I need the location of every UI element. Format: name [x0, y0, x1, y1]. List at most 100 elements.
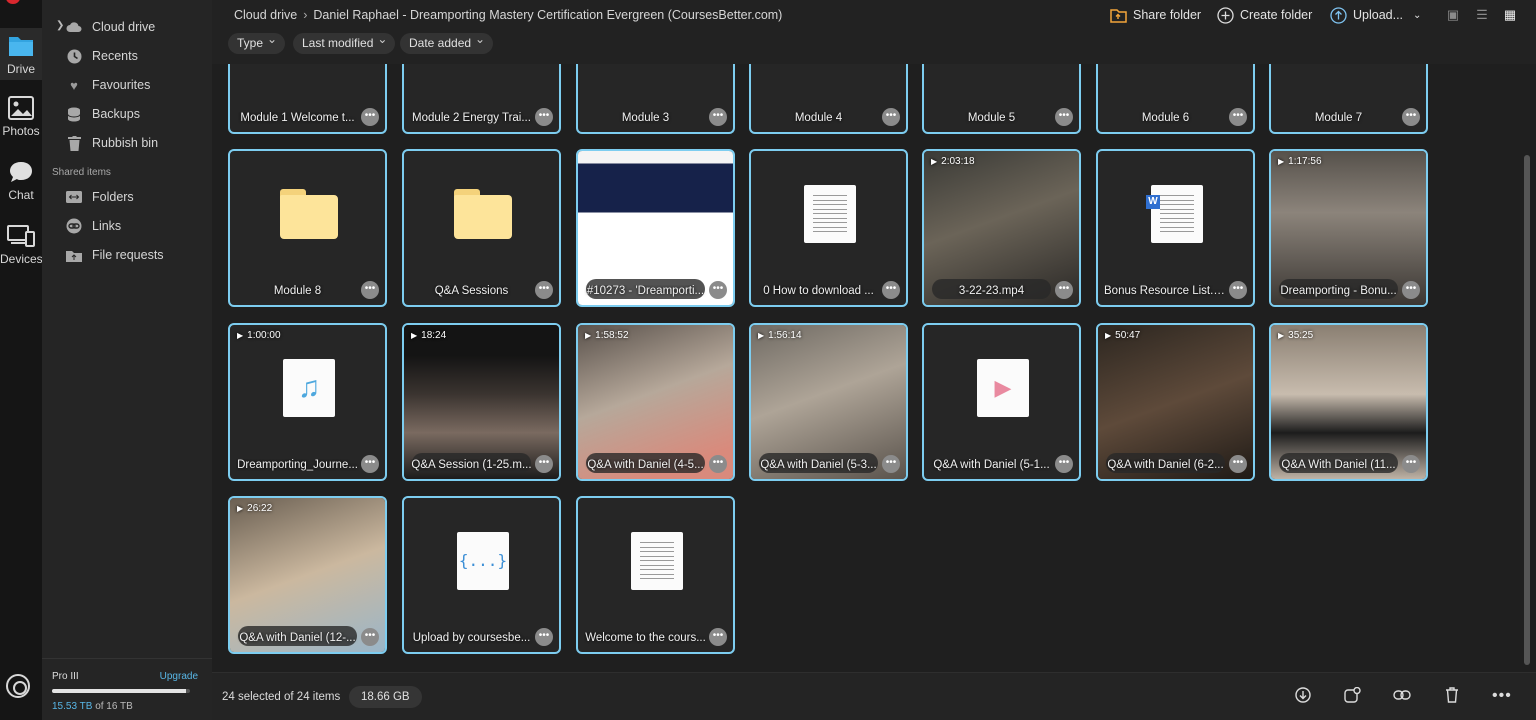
more-options-icon[interactable]: ••• — [1055, 108, 1073, 126]
file-tile[interactable]: Module 8 ••• — [228, 149, 387, 307]
rail-photos-label: Photos — [2, 124, 40, 138]
more-options-icon[interactable]: ••• — [535, 281, 553, 299]
selection-size: 18.66 GB — [349, 686, 422, 708]
sidebar-item-label: Folders — [92, 190, 134, 204]
video-duration: 2:03:18 — [931, 156, 974, 167]
sidebar-item-backups[interactable]: Backups — [66, 104, 140, 124]
file-tile[interactable]: Q&A Sessions ••• — [402, 149, 561, 307]
more-options-icon[interactable]: ••• — [361, 455, 379, 473]
file-tile[interactable]: Module 6 ••• — [1096, 64, 1255, 134]
file-tile[interactable]: ▶ Q&A with Daniel (5-1... ••• — [922, 323, 1081, 481]
filter-type[interactable]: Type — [228, 29, 286, 54]
upload-icon — [1330, 6, 1347, 24]
more-options-icon[interactable]: ••• — [882, 455, 900, 473]
sidebar-item-shared-folders[interactable]: Folders — [66, 187, 134, 207]
breadcrumb-item-root[interactable]: Cloud drive — [234, 8, 297, 22]
file-tile[interactable]: 26:22 Q&A with Daniel (12-... ••• — [228, 496, 387, 654]
audio-file-icon: ♫ — [283, 359, 335, 417]
file-tile[interactable]: Module 4 ••• — [749, 64, 908, 134]
file-tile[interactable]: 2:03:18 3-22-23.mp4 ••• — [922, 149, 1081, 307]
more-options-icon[interactable]: ••• — [1055, 281, 1073, 299]
rail-devices[interactable]: Devices — [0, 224, 43, 272]
file-tile[interactable]: 50:47 Q&A with Daniel (6-2... ••• — [1096, 323, 1255, 481]
scrollbar[interactable] — [1524, 155, 1530, 665]
sidebar-item-label: File requests — [92, 248, 164, 262]
rail-drive[interactable]: Drive — [0, 28, 42, 80]
thumbnail-view-icon[interactable]: ▣ — [1446, 8, 1460, 22]
file-tile[interactable]: ♫ 1:00:00 Dreamporting_Journe...••• — [228, 323, 387, 481]
file-tile[interactable]: Module 1 Welcome t... ••• — [228, 64, 387, 134]
more-options-icon[interactable]: ••• — [361, 108, 379, 126]
upload-button[interactable]: Upload... ⌄ — [1330, 6, 1421, 24]
file-name: Module 6 — [1141, 112, 1190, 124]
share-folder-button[interactable]: Share folder — [1110, 6, 1201, 24]
file-tile[interactable]: Module 5 ••• — [922, 64, 1081, 134]
selection-count: 24 selected of 24 items — [222, 691, 341, 703]
file-tile[interactable]: Welcome to the cours... ••• — [576, 496, 735, 654]
file-tile[interactable]: 1:56:14 Q&A with Daniel (5-3... ••• — [749, 323, 908, 481]
file-tile[interactable]: Module 2 Energy Trai... ••• — [402, 64, 561, 134]
share-icon[interactable] — [1343, 686, 1361, 705]
more-options-icon[interactable]: ••• — [1492, 687, 1511, 705]
more-options-icon[interactable]: ••• — [882, 281, 900, 299]
more-options-icon[interactable]: ••• — [1229, 281, 1247, 299]
notification-dot — [6, 0, 20, 4]
trash-icon — [66, 135, 82, 151]
folder-icon — [454, 189, 512, 239]
more-options-icon[interactable]: ••• — [1229, 108, 1247, 126]
file-name: Q&A with Daniel (4-5... — [587, 459, 704, 471]
file-tile[interactable]: 1:58:52 Q&A with Daniel (4-5... ••• — [576, 323, 735, 481]
file-name: Q&A Session (1-25.m... — [411, 459, 532, 471]
code-file-icon: {...} — [457, 532, 509, 590]
file-tile[interactable]: Module 7 ••• — [1269, 64, 1428, 134]
sidebar-item-label: Links — [92, 219, 122, 233]
sidebar-item-label: Cloud drive — [92, 20, 156, 34]
more-options-icon[interactable]: ••• — [535, 628, 553, 646]
sidebar-item-recents[interactable]: Recents — [66, 46, 138, 66]
more-options-icon[interactable]: ••• — [1402, 281, 1420, 299]
link-icon[interactable] — [1393, 687, 1411, 705]
more-options-icon[interactable]: ••• — [1402, 455, 1420, 473]
sidebar-item-favourites[interactable]: ♥ Favourites — [66, 75, 150, 95]
rail-chat[interactable]: Chat — [0, 160, 42, 208]
filter-last-modified[interactable]: Last modified — [293, 29, 396, 54]
upgrade-link[interactable]: Upgrade — [160, 671, 198, 682]
file-name: 3-22-23.mp4 — [958, 285, 1025, 297]
file-tile[interactable]: 35:25 Q&A With Daniel (11... ••• — [1269, 323, 1428, 481]
more-options-icon[interactable]: ••• — [1402, 108, 1420, 126]
more-options-icon[interactable]: ••• — [1229, 455, 1247, 473]
download-icon[interactable] — [1294, 687, 1312, 705]
file-tile[interactable]: 18:24 Q&A Session (1-25.m...••• — [402, 323, 561, 481]
more-options-icon[interactable]: ••• — [709, 108, 727, 126]
more-options-icon[interactable]: ••• — [535, 455, 553, 473]
filter-date-added[interactable]: Date added — [400, 29, 494, 54]
more-options-icon[interactable]: ••• — [882, 108, 900, 126]
file-tile[interactable]: #10273 - 'Dreamporti... ••• — [576, 149, 735, 307]
sidebar-item-file-requests[interactable]: File requests — [66, 245, 164, 265]
trash-icon[interactable] — [1443, 687, 1461, 705]
more-options-icon[interactable]: ••• — [1055, 455, 1073, 473]
sidebar-item-rubbish-bin[interactable]: Rubbish bin — [66, 133, 158, 153]
file-name: Module 8 — [273, 285, 322, 297]
chat-icon — [10, 162, 32, 182]
file-tile[interactable]: W Bonus Resource List.d... ••• — [1096, 149, 1255, 307]
create-folder-button[interactable]: Create folder — [1217, 6, 1312, 24]
more-options-icon[interactable]: ••• — [535, 108, 553, 126]
grid-view-icon[interactable]: ▦ — [1503, 8, 1517, 22]
more-options-icon[interactable]: ••• — [709, 281, 727, 299]
more-options-icon[interactable]: ••• — [709, 455, 727, 473]
sidebar-item-cloud-drive[interactable]: Cloud drive — [66, 17, 155, 37]
file-name: Q&A With Daniel (11... — [1281, 459, 1396, 471]
file-tile[interactable]: 1:17:56 Dreamporting - Bonu... ••• — [1269, 149, 1428, 307]
file-tile[interactable]: Module 3 ••• — [576, 64, 735, 134]
file-tile[interactable]: {...} Upload by coursesbe... ••• — [402, 496, 561, 654]
more-options-icon[interactable]: ••• — [709, 628, 727, 646]
chevron-right-icon[interactable]: ❯ — [56, 20, 64, 31]
list-view-icon[interactable]: ☰ — [1475, 8, 1489, 22]
file-tile[interactable]: 0 How to download ... ••• — [749, 149, 908, 307]
sidebar-item-links[interactable]: Links — [66, 216, 121, 236]
rail-photos[interactable]: Photos — [0, 96, 42, 144]
settings-icon[interactable] — [6, 674, 30, 698]
more-options-icon[interactable]: ••• — [361, 628, 379, 646]
more-options-icon[interactable]: ••• — [361, 281, 379, 299]
